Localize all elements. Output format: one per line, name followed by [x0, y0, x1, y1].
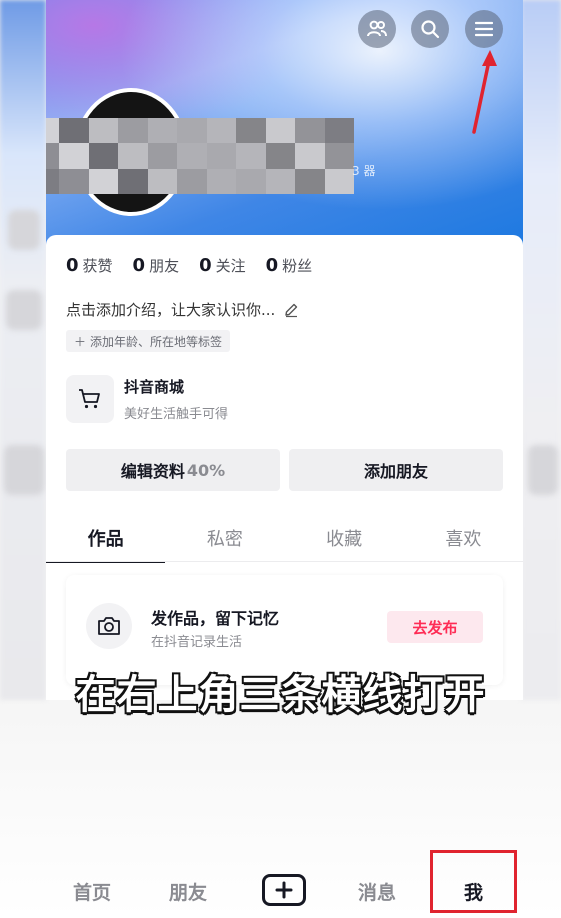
tab-likes[interactable]: 喜欢 [404, 515, 523, 561]
background-left [0, 0, 46, 700]
stat-label: 获赞 [82, 257, 113, 275]
background-right [521, 0, 561, 700]
add-tags-label: 添加年龄、所在地等标签 [90, 334, 223, 349]
edit-profile-button[interactable]: 编辑资料 40% [66, 449, 280, 491]
search-icon [421, 20, 440, 39]
stat-number: 0 [132, 255, 146, 276]
tab-private[interactable]: 私密 [165, 515, 284, 561]
cart-icon [66, 375, 114, 423]
stats-row: 0 获赞 0 朋友 0 关注 0 粉丝 [66, 255, 312, 276]
search-button[interactable] [411, 10, 449, 48]
profile-completion: 40% [186, 460, 226, 480]
stat-number: 0 [265, 255, 279, 276]
plus-icon [275, 881, 293, 899]
tabs-divider [46, 561, 523, 562]
douyin-id-partial: 3 器 [352, 164, 376, 178]
mall-subtitle: 美好生活触手可得 [124, 407, 229, 422]
profile-cover: 3 器 [46, 0, 523, 255]
stat-followers[interactable]: 0 粉丝 [266, 255, 313, 276]
create-button[interactable] [262, 874, 306, 906]
pencil-icon [285, 303, 298, 317]
annotation-arrow [472, 50, 497, 134]
stat-label: 朋友 [149, 257, 180, 275]
mall-title: 抖音商城 [124, 378, 185, 396]
tutorial-caption: 在右上角三条横线打开 [75, 671, 486, 719]
background-blur [4, 445, 44, 495]
content-tabs: 作品 私密 收藏 喜欢 [46, 515, 523, 563]
stat-number: 0 [199, 255, 212, 276]
edit-profile-label: 编辑资料 [120, 462, 185, 481]
background-blur [8, 210, 40, 250]
menu-icon [475, 21, 493, 37]
friends-button[interactable] [358, 10, 396, 48]
publish-title: 发作品，留下记忆 [151, 609, 280, 628]
profile-card: 0 获赞 0 朋友 0 关注 0 粉丝 点击添加介绍，让大家认识你... ＋ 添… [46, 235, 523, 700]
add-friend-label: 添加朋友 [363, 462, 428, 481]
douyin-mall-entry[interactable]: 抖音商城 美好生活触手可得 [66, 375, 228, 423]
camera-icon [86, 603, 132, 649]
add-tags-button[interactable]: ＋ 添加年龄、所在地等标签 [66, 330, 231, 352]
nav-friends[interactable]: 朋友 [169, 878, 207, 905]
tab-works[interactable]: 作品 [46, 515, 166, 563]
nav-messages[interactable]: 消息 [358, 878, 396, 905]
publish-subtitle: 在抖音记录生活 [151, 635, 243, 650]
background-blur [528, 445, 558, 495]
background-blur [6, 290, 42, 330]
stat-following[interactable]: 0 关注 [199, 255, 246, 276]
add-friend-button[interactable]: 添加朋友 [289, 449, 503, 491]
annotation-highlight-box [430, 850, 517, 913]
stat-label: 关注 [215, 257, 246, 275]
menu-button[interactable] [465, 10, 503, 48]
stat-number: 0 [66, 255, 79, 276]
stat-label: 粉丝 [282, 257, 313, 275]
nav-home[interactable]: 首页 [73, 878, 111, 905]
bio-placeholder[interactable]: 点击添加介绍，让大家认识你... [66, 299, 299, 320]
stat-likes[interactable]: 0 获赞 [66, 255, 113, 276]
friends-icon [367, 20, 387, 37]
stat-friends[interactable]: 0 朋友 [133, 255, 180, 276]
tab-favorites[interactable]: 收藏 [285, 515, 404, 561]
name-mosaic [46, 118, 354, 194]
plus-icon: ＋ [74, 334, 87, 349]
profile-screen: 3 器 0 获赞 0 朋友 0 关注 0 粉丝 点击添加介绍，让大家认识你... [46, 0, 523, 700]
bio-text: 点击添加介绍，让大家认识你... [66, 301, 276, 319]
publish-button[interactable]: 去发布 [387, 611, 483, 643]
